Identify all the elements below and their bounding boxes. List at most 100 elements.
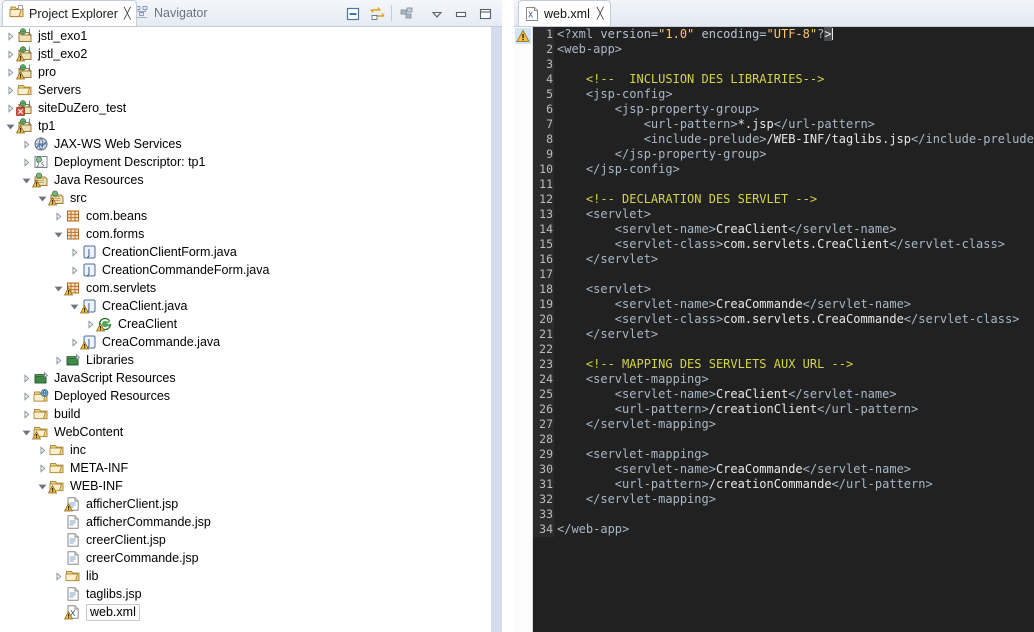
tab-project-explorer[interactable]: Project Explorer ╳ — [2, 0, 137, 26]
tree-item-com-forms[interactable]: com.forms — [0, 225, 490, 243]
tree-item-lib[interactable]: lib — [0, 567, 490, 585]
tree-item-jax-ws-web-services[interactable]: JAX-WS Web Services — [0, 135, 490, 153]
tree-item-tp1[interactable]: Jtp1 — [0, 117, 490, 135]
chevron-right-icon[interactable] — [52, 351, 65, 369]
code-line[interactable]: 7 <url-pattern>*.jsp</url-pattern> — [533, 117, 1034, 132]
tree-item-afficherclient-jsp[interactable]: afficherClient.jsp — [0, 495, 490, 513]
maximize-button[interactable] — [476, 5, 493, 22]
code-line[interactable]: 18 <servlet> — [533, 282, 1034, 297]
chevron-right-icon[interactable] — [20, 153, 33, 171]
code-line[interactable]: 11 — [533, 177, 1034, 192]
code-line[interactable]: 23 <!-- MAPPING DES SERVLETS AUX URL --> — [533, 357, 1034, 372]
chevron-down-icon[interactable] — [52, 225, 65, 243]
code-line[interactable]: 24 <servlet-mapping> — [533, 372, 1034, 387]
chevron-right-icon[interactable] — [52, 567, 65, 585]
annotation-ruler[interactable] — [514, 27, 533, 632]
code-line[interactable]: 1 <?xml version="1.0" encoding="UTF-8"?> — [533, 27, 1034, 42]
tree-item-creaclient[interactable]: CreaClient — [0, 315, 490, 333]
tree-vertical-scrollbar[interactable] — [491, 27, 502, 632]
chevron-right-icon[interactable] — [4, 81, 17, 99]
tree-item-java-resources[interactable]: Java Resources — [0, 171, 490, 189]
chevron-right-icon[interactable] — [20, 405, 33, 423]
panel-sash[interactable] — [502, 0, 514, 632]
code-line[interactable]: 4 <!-- INCLUSION DES LIBRAIRIES--> — [533, 72, 1034, 87]
tree-item-web-xml[interactable]: Xweb.xml — [0, 603, 490, 621]
tree-item-com-servlets[interactable]: com.servlets — [0, 279, 490, 297]
tree-item-creerclient-jsp[interactable]: creerClient.jsp — [0, 531, 490, 549]
collapse-all-button[interactable] — [344, 5, 361, 22]
chevron-right-icon[interactable] — [36, 459, 49, 477]
code-line[interactable]: 29 <servlet-mapping> — [533, 447, 1034, 462]
code-line[interactable]: 22 — [533, 342, 1034, 357]
code-line[interactable]: 26 <url-pattern>/creationClient</url-pat… — [533, 402, 1034, 417]
code-line[interactable]: 34 </web-app> — [533, 522, 1034, 537]
chevron-right-icon[interactable] — [68, 261, 81, 279]
chevron-right-icon[interactable] — [68, 243, 81, 261]
code-line[interactable]: 32 </servlet-mapping> — [533, 492, 1034, 507]
tree-item-jstl-exo1[interactable]: Jjstl_exo1 — [0, 27, 490, 45]
code-line[interactable]: 27 </servlet-mapping> — [533, 417, 1034, 432]
tree-item-creationcommandeform-java[interactable]: J CreationCommandeForm.java — [0, 261, 490, 279]
tree-item-creaclient-java[interactable]: J CreaClient.java — [0, 297, 490, 315]
close-icon[interactable]: ╳ — [124, 7, 131, 20]
tree-item-taglibs-jsp[interactable]: taglibs.jsp — [0, 585, 490, 603]
tree-item-affichercommande-jsp[interactable]: afficherCommande.jsp — [0, 513, 490, 531]
tree-item-creacommande-java[interactable]: J CreaCommande.java — [0, 333, 490, 351]
code-line[interactable]: 9 </jsp-property-group> — [533, 147, 1034, 162]
code-line[interactable]: 16 </servlet> — [533, 252, 1034, 267]
code-line[interactable]: 30 <servlet-name>CreaCommande</servlet-n… — [533, 462, 1034, 477]
code-line[interactable]: 21 </servlet> — [533, 327, 1034, 342]
project-tree[interactable]: Jjstl_exo1 Jjstl_exo2 Jpro Servers JsiteDuZe… — [0, 27, 490, 632]
chevron-right-icon[interactable] — [20, 387, 33, 405]
code-line[interactable]: 31 <url-pattern>/creationCommande</url-p… — [533, 477, 1034, 492]
warning-marker[interactable] — [515, 28, 531, 44]
tree-item-deployed-resources[interactable]: Deployed Resources — [0, 387, 490, 405]
code-line[interactable]: 25 <servlet-name>CreaClient</servlet-nam… — [533, 387, 1034, 402]
minimize-button[interactable] — [452, 5, 469, 22]
code-line[interactable]: 15 <servlet-class>com.servlets.CreaClien… — [533, 237, 1034, 252]
tab-navigator[interactable]: Navigator — [128, 0, 214, 26]
tree-item-servers[interactable]: Servers — [0, 81, 490, 99]
tree-item-jstl-exo2[interactable]: Jjstl_exo2 — [0, 45, 490, 63]
view-menu-filters-button[interactable] — [398, 5, 415, 22]
tree-item-src[interactable]: src — [0, 189, 490, 207]
link-with-editor-button[interactable] — [369, 5, 386, 22]
code-line[interactable]: 33 — [533, 507, 1034, 522]
close-icon[interactable]: ╳ — [597, 7, 604, 20]
chevron-right-icon[interactable] — [20, 135, 33, 153]
tree-item-inc[interactable]: inc — [0, 441, 490, 459]
code-line[interactable]: 8 <include-prelude>/WEB-INF/taglibs.jsp<… — [533, 132, 1034, 147]
tree-item-pro[interactable]: Jpro — [0, 63, 490, 81]
scrollbar-thumb[interactable] — [491, 27, 502, 632]
code-line[interactable]: 19 <servlet-name>CreaCommande</servlet-n… — [533, 297, 1034, 312]
view-menu-button[interactable] — [428, 5, 445, 22]
tree-item-build[interactable]: build — [0, 405, 490, 423]
tree-item-webcontent[interactable]: WebContent — [0, 423, 490, 441]
tree-item-com-beans[interactable]: com.beans — [0, 207, 490, 225]
chevron-right-icon[interactable] — [36, 441, 49, 459]
tree-item-web-inf[interactable]: WEB-INF — [0, 477, 490, 495]
tree-item-libraries[interactable]: Libraries — [0, 351, 490, 369]
tree-item-creationclientform-java[interactable]: J CreationClientForm.java — [0, 243, 490, 261]
tree-item-javascript-resources[interactable]: JavaScript Resources — [0, 369, 490, 387]
tree-item-creercommande-jsp[interactable]: creerCommande.jsp — [0, 549, 490, 567]
tree-item-meta-inf[interactable]: META-INF — [0, 459, 490, 477]
tree-item-deployment-descriptor-tp1[interactable]: 2.5 Deployment Descriptor: tp1 — [0, 153, 490, 171]
code-line[interactable]: 20 <servlet-class>com.servlets.CreaComma… — [533, 312, 1034, 327]
tree-item-siteduzero-test[interactable]: JsiteDuZero_test — [0, 99, 490, 117]
chevron-right-icon[interactable] — [4, 27, 17, 45]
code-editor[interactable]: 1 <?xml version="1.0" encoding="UTF-8"?> 2… — [533, 27, 1034, 632]
code-line[interactable]: 12 <!-- DECLARATION DES SERVLET --> — [533, 192, 1034, 207]
tab-web-xml[interactable]: X web.xml ╳ — [518, 0, 612, 26]
code-line[interactable]: 3 — [533, 57, 1034, 72]
code-line[interactable]: 17 — [533, 267, 1034, 282]
chevron-right-icon[interactable] — [52, 207, 65, 225]
code-line[interactable]: 5 <jsp-config> — [533, 87, 1034, 102]
code-line[interactable]: 10 </jsp-config> — [533, 162, 1034, 177]
chevron-right-icon[interactable] — [20, 369, 33, 387]
code-line[interactable]: 14 <servlet-name>CreaClient</servlet-nam… — [533, 222, 1034, 237]
code-line[interactable]: 6 <jsp-property-group> — [533, 102, 1034, 117]
code-line[interactable]: 28 — [533, 432, 1034, 447]
code-line[interactable]: 2 <web-app> — [533, 42, 1034, 57]
code-line[interactable]: 13 <servlet> — [533, 207, 1034, 222]
